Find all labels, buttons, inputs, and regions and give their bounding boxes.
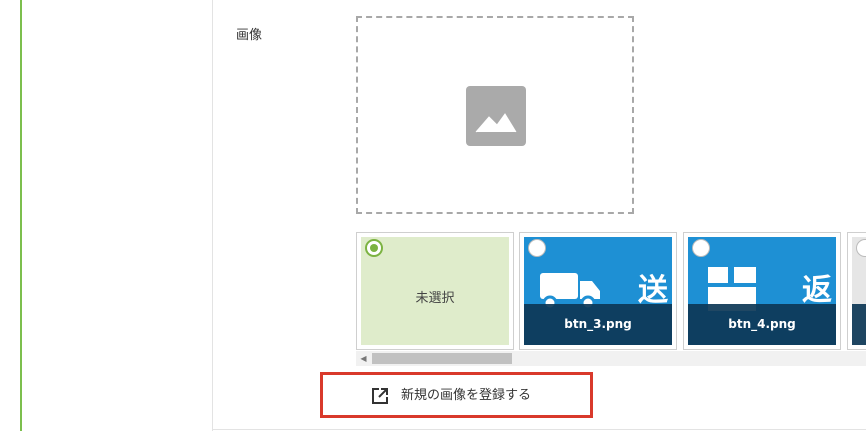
register-new-image-button[interactable]: 新規の画像を登録する — [320, 372, 593, 418]
content-bottom-divider — [212, 429, 866, 430]
image-preview-dropzone[interactable] — [356, 16, 634, 214]
image-placeholder-icon — [466, 86, 526, 146]
gallery-tile-btn-4[interactable]: 返 btn_4.png — [683, 232, 841, 350]
tile-filename: btn_4.png — [688, 304, 836, 345]
tile-btn-3-radio[interactable] — [528, 239, 546, 257]
tile-background: 未選択 — [361, 237, 509, 345]
scroll-left-arrow-icon[interactable]: ◀ — [358, 353, 369, 364]
image-field-label: 画像 — [236, 28, 263, 43]
tile-btn-4-radio[interactable] — [692, 239, 710, 257]
gallery-tile-none[interactable]: 未選択 — [356, 232, 514, 350]
tile-kanji: 返 — [802, 273, 832, 308]
tile-none-label: 未選択 — [415, 291, 455, 306]
register-new-image-label: 新規の画像を登録する — [401, 388, 532, 403]
tile-caption-bar — [852, 304, 866, 345]
section-accent-line — [20, 0, 22, 431]
image-gallery[interactable]: 未選択 送 btn_3.png 返 btn_4.png — [356, 232, 866, 351]
tile-filename: btn_3.png — [524, 304, 672, 345]
tile-none-radio[interactable] — [365, 239, 383, 257]
tile-image: 返 btn_4.png — [688, 237, 836, 345]
tile-kanji: 送 — [638, 273, 668, 308]
gallery-scrollbar[interactable]: ◀ — [356, 351, 866, 366]
external-link-icon — [371, 387, 389, 405]
gallery-tile-next[interactable] — [847, 232, 866, 350]
scrollbar-thumb[interactable] — [372, 353, 512, 364]
content-divider — [212, 0, 213, 431]
gallery-tile-btn-3[interactable]: 送 btn_3.png — [519, 232, 677, 350]
tile-image: 送 btn_3.png — [524, 237, 672, 345]
left-rail — [0, 0, 212, 431]
